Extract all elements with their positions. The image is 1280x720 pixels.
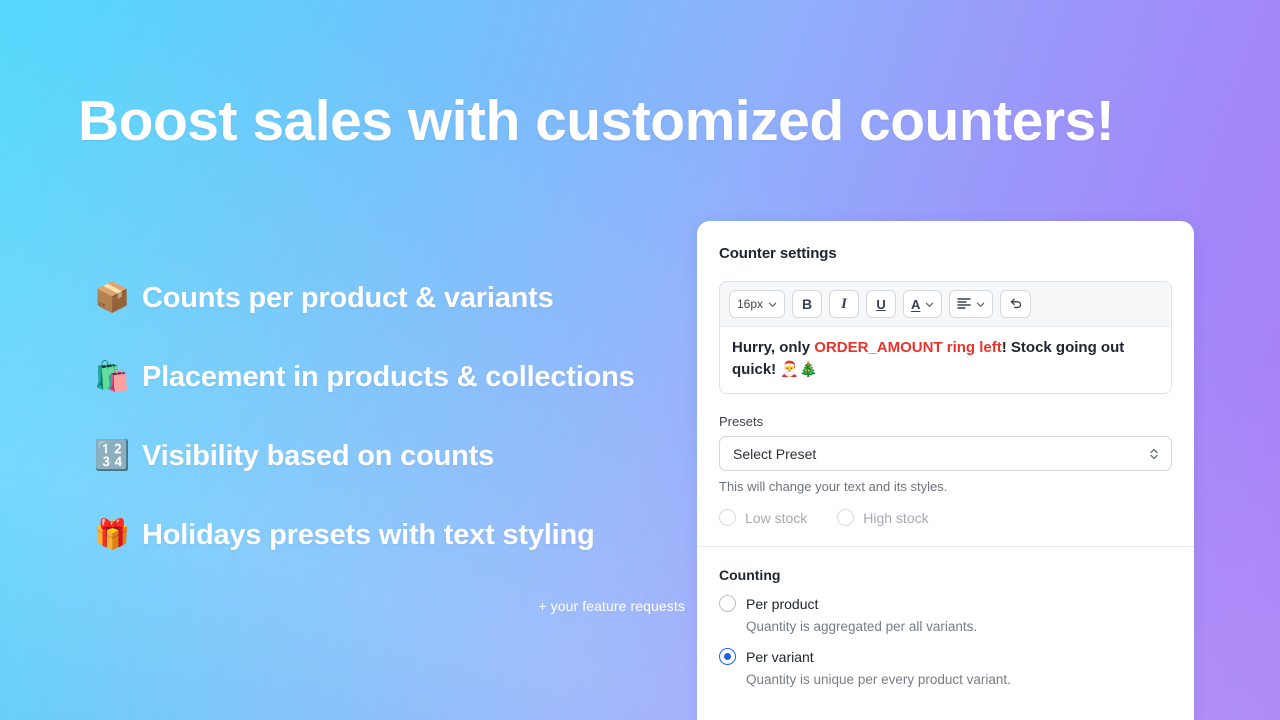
italic-icon: I xyxy=(841,295,847,312)
message-placeholder-token: ORDER_AMOUNT ring left xyxy=(814,339,1002,356)
counter-settings-section: Counter settings 16px B I U A Hurry, onl… xyxy=(697,221,1194,546)
font-size-value: 16px xyxy=(737,297,764,311)
radio-selected-icon xyxy=(719,648,736,665)
select-chevrons-icon xyxy=(1148,447,1160,461)
hand-truck-emoji: 🛍️ xyxy=(94,359,131,393)
preset-options-group: Low stock High stock xyxy=(719,509,1172,526)
feature-label: Placement in products & collections xyxy=(142,360,635,393)
counting-option-row[interactable]: Per product xyxy=(719,595,1172,612)
radio-icon xyxy=(837,509,855,526)
counting-option-description: Quantity is aggregated per all variants. xyxy=(746,619,978,634)
radio-icon xyxy=(719,595,736,612)
list-item: 📦 Counts per product & variants xyxy=(94,258,694,337)
list-item: 🛍️ Placement in products & collections xyxy=(94,337,694,416)
counter-message-text: Hurry, only ORDER_AMOUNT ring left! Stoc… xyxy=(732,337,1159,381)
package-emoji: 📦 xyxy=(94,280,131,314)
radio-icon xyxy=(719,509,736,526)
counting-option-per-variant: Per variant Quantity is unique per every… xyxy=(719,648,1172,689)
feature-label: Holidays presets with text styling xyxy=(142,518,595,551)
chevron-down-icon xyxy=(768,300,777,309)
font-size-dropdown[interactable]: 16px xyxy=(729,290,786,318)
feature-requests-note: + your feature requests xyxy=(538,598,685,614)
list-item: 🔢 Visibility based on counts xyxy=(94,416,694,495)
counting-section: Counting Per product Quantity is aggrega… xyxy=(697,547,1194,709)
chevron-down-icon xyxy=(925,300,934,309)
align-left-icon xyxy=(957,297,972,311)
page-title: Boost sales with customized counters! xyxy=(78,89,1115,153)
counting-option-per-product: Per product Quantity is aggregated per a… xyxy=(719,595,1172,636)
text-color-dropdown[interactable]: A xyxy=(903,290,943,318)
preset-option-label: Low stock xyxy=(745,509,808,526)
chevron-down-icon xyxy=(976,300,985,309)
preset-select[interactable]: Select Preset xyxy=(719,436,1172,471)
presets-label: Presets xyxy=(719,414,764,429)
rich-text-editor: 16px B I U A Hurry, only ORDER_AMOUNT ri… xyxy=(719,281,1172,394)
section-title-counting: Counting xyxy=(719,567,781,583)
underline-button[interactable]: U xyxy=(866,290,897,318)
feature-label: Counts per product & variants xyxy=(142,281,554,314)
promo-stage: Boost sales with customized counters! 📦 … xyxy=(0,0,1280,720)
feature-list: 📦 Counts per product & variants 🛍️ Place… xyxy=(94,258,694,574)
undo-icon xyxy=(1008,296,1023,313)
list-item: 🎁 Holidays presets with text styling xyxy=(94,495,694,574)
message-prefix: Hurry, only xyxy=(732,339,815,356)
counter-settings-card: Counter settings 16px B I U A Hurry, onl… xyxy=(697,221,1194,720)
section-title-counter-settings: Counter settings xyxy=(719,245,837,262)
editor-content-area[interactable]: Hurry, only ORDER_AMOUNT ring left! Stoc… xyxy=(720,327,1171,393)
editor-toolbar: 16px B I U A xyxy=(720,282,1171,327)
text-align-dropdown[interactable] xyxy=(949,290,994,318)
counting-option-description: Quantity is unique per every product var… xyxy=(746,672,1011,687)
counting-option-row[interactable]: Per variant xyxy=(719,648,1172,665)
italic-button[interactable]: I xyxy=(829,290,860,318)
presets-help-text: This will change your text and its style… xyxy=(719,479,948,494)
bold-icon: B xyxy=(801,296,813,312)
feature-label: Visibility based on counts xyxy=(142,439,495,472)
counting-option-label: Per variant xyxy=(746,648,814,665)
bold-button[interactable]: B xyxy=(792,290,823,318)
counter-odometer-emoji: 🔢 xyxy=(94,438,131,472)
text-color-icon: A xyxy=(911,296,921,312)
preset-option-high-stock[interactable]: High stock xyxy=(837,509,929,526)
undo-button[interactable] xyxy=(1000,290,1032,318)
counting-option-label: Per product xyxy=(746,595,819,612)
preset-option-low-stock[interactable]: Low stock xyxy=(719,509,807,526)
gift-emoji: 🎁 xyxy=(94,517,131,551)
preset-option-label: High stock xyxy=(863,509,929,526)
preset-select-value: Select Preset xyxy=(733,445,817,462)
underline-icon: U xyxy=(876,296,886,312)
